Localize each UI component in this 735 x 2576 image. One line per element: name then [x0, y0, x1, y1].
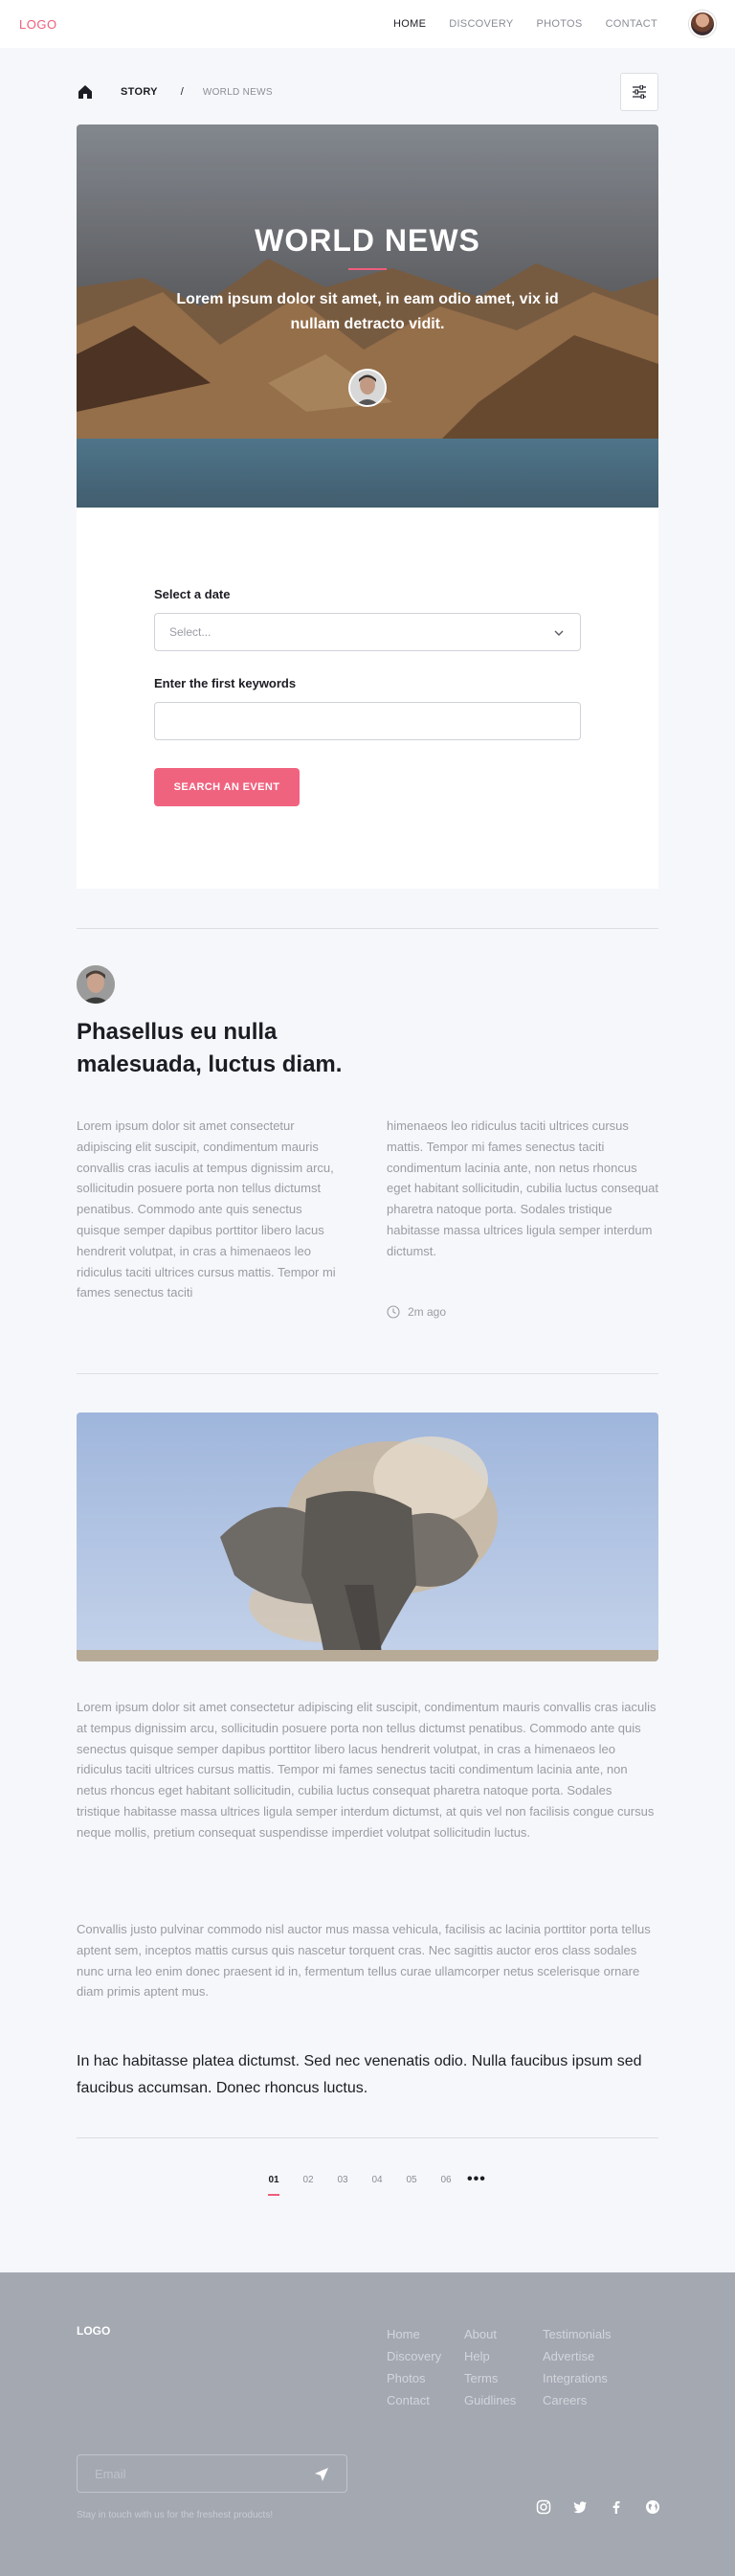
social-links: [515, 2499, 660, 2515]
email-input[interactable]: Email: [77, 2454, 347, 2493]
nav-item-photos[interactable]: PHOTOS: [537, 18, 583, 30]
article-timestamp: 2m ago: [387, 1305, 446, 1319]
hero-accent-line: [348, 268, 387, 270]
email-placeholder: Email: [95, 2467, 126, 2481]
hero-title: WORLD NEWS: [255, 223, 480, 258]
footer: LOGO Home Discovery Photos Contact About…: [0, 2272, 735, 2576]
facebook-icon[interactable]: [609, 2499, 624, 2515]
divider: [77, 928, 658, 929]
page-4[interactable]: 04: [360, 2175, 394, 2185]
timestamp-text: 2m ago: [408, 1305, 447, 1319]
keywords-input[interactable]: [154, 702, 581, 740]
hero-author-avatar[interactable]: [348, 369, 387, 407]
footer-link[interactable]: About: [464, 2323, 516, 2345]
keywords-label: Enter the first keywords: [154, 676, 297, 690]
page-5[interactable]: 05: [394, 2175, 429, 2185]
clock-icon: [387, 1305, 400, 1319]
page-1[interactable]: 01: [256, 2175, 291, 2196]
divider: [77, 1373, 658, 1374]
date-select[interactable]: Select...: [154, 613, 581, 651]
logo[interactable]: LOGO: [19, 17, 57, 32]
author-avatar[interactable]: [77, 965, 115, 1004]
footer-link[interactable]: Photos: [387, 2367, 441, 2389]
filter-button[interactable]: [620, 73, 658, 111]
footer-column-2: About Help Terms Guidlines: [464, 2323, 516, 2411]
footer-link[interactable]: Careers: [543, 2389, 612, 2411]
more-pages-icon[interactable]: •••: [467, 2171, 486, 2188]
footer-link[interactable]: Guidlines: [464, 2389, 516, 2411]
breadcrumb-separator: /: [180, 86, 184, 98]
article-column-1: Lorem ipsum dolor sit amet consectetur a…: [77, 1119, 336, 1300]
top-navbar: LOGO HOME DISCOVERY PHOTOS CONTACT: [0, 0, 735, 48]
article-paragraph-2: Convallis justo pulvinar commodo nisl au…: [77, 1922, 651, 2000]
page-6[interactable]: 06: [429, 2175, 463, 2185]
date-select-value: Select...: [169, 625, 212, 639]
date-label: Select a date: [154, 587, 231, 601]
user-avatar[interactable]: [689, 11, 716, 37]
instagram-icon[interactable]: [536, 2499, 551, 2515]
nav-item-home[interactable]: HOME: [393, 18, 426, 30]
elephant-image[interactable]: [77, 1412, 658, 1661]
article-quote: In hac habitasse platea dictumst. Sed ne…: [77, 2053, 642, 2096]
divider: [77, 2137, 658, 2138]
footer-link[interactable]: Home: [387, 2323, 441, 2345]
page-2[interactable]: 02: [291, 2175, 325, 2185]
chevron-down-icon: [554, 630, 564, 636]
hero-subtitle: Lorem ipsum dolor sit amet, in eam odio …: [176, 291, 559, 332]
footer-column-3: Testimonials Advertise Integrations Care…: [543, 2323, 612, 2411]
footer-link[interactable]: Testimonials: [543, 2323, 612, 2345]
nav-item-contact[interactable]: CONTACT: [606, 18, 657, 30]
breadcrumb-story[interactable]: STORY: [121, 86, 158, 98]
page-3[interactable]: 03: [325, 2175, 360, 2185]
article-paragraph-1: Lorem ipsum dolor sit amet consectetur a…: [77, 1700, 657, 1840]
footer-link[interactable]: Help: [464, 2345, 516, 2367]
pagination: 01 02 03 04 05 06 •••: [256, 2171, 486, 2196]
footer-column-1: Home Discovery Photos Contact: [387, 2323, 441, 2411]
home-icon[interactable]: [77, 83, 94, 101]
footer-link[interactable]: Discovery: [387, 2345, 441, 2367]
footer-note: Stay in touch with us for the freshest p…: [77, 2510, 274, 2520]
footer-link[interactable]: Contact: [387, 2389, 441, 2411]
footer-logo[interactable]: LOGO: [77, 2324, 110, 2338]
search-event-button[interactable]: SEARCH AN EVENT: [154, 768, 300, 806]
breadcrumb: STORY / WORLD NEWS: [77, 73, 658, 111]
footer-link[interactable]: Advertise: [543, 2345, 612, 2367]
twitter-icon[interactable]: [572, 2499, 588, 2515]
footer-link[interactable]: Terms: [464, 2367, 516, 2389]
sliders-icon: [633, 85, 646, 99]
globe-icon[interactable]: [645, 2499, 660, 2515]
send-icon[interactable]: [314, 2467, 329, 2482]
search-event-form: Select a date Select... Enter the first …: [77, 508, 658, 889]
nav-item-discovery[interactable]: DISCOVERY: [449, 18, 513, 30]
article-column-2: himenaeos leo ridiculus taciti ultrices …: [387, 1119, 659, 1258]
breadcrumb-current: WORLD NEWS: [202, 86, 273, 98]
nav-links: HOME DISCOVERY PHOTOS CONTACT: [393, 0, 680, 48]
footer-link[interactable]: Integrations: [543, 2367, 612, 2389]
article-title: Phasellus eu nulla malesuada, luctus dia…: [77, 1019, 343, 1077]
hero-banner: WORLD NEWS Lorem ipsum dolor sit amet, i…: [77, 124, 658, 508]
